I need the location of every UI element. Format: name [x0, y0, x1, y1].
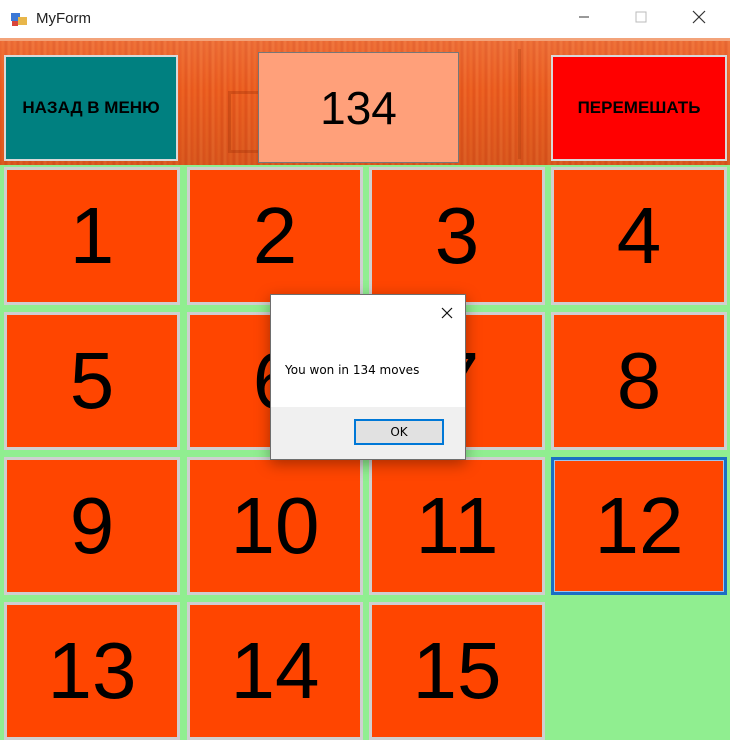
maximize-icon	[635, 10, 647, 28]
shuffle-button[interactable]: ПЕРЕМЕШАТЬ	[551, 55, 727, 161]
tile-2[interactable]: 2	[187, 167, 363, 305]
tile-4[interactable]: 4	[551, 167, 727, 305]
win-message-dialog: You won in 134 moves OK	[270, 294, 466, 460]
close-icon	[441, 307, 453, 319]
tile-9[interactable]: 9	[4, 457, 180, 595]
move-counter: 134	[258, 52, 459, 163]
dialog-close-button[interactable]	[439, 305, 455, 321]
ok-button[interactable]: OK	[354, 419, 444, 445]
dialog-message: You won in 134 moves	[285, 363, 420, 377]
minimize-button[interactable]	[561, 0, 607, 38]
tile-14[interactable]: 14	[187, 602, 363, 740]
close-icon	[692, 10, 706, 29]
title-bar: MyForm	[0, 0, 730, 38]
tile-10[interactable]: 10	[187, 457, 363, 595]
app-icon	[10, 10, 28, 28]
window-title: MyForm	[36, 10, 91, 27]
tile-8[interactable]: 8	[551, 312, 727, 450]
tile-13[interactable]: 13	[4, 602, 180, 740]
tile-5[interactable]: 5	[4, 312, 180, 450]
dialog-footer: OK	[271, 407, 465, 459]
header-texture	[518, 49, 541, 159]
tile-1[interactable]: 1	[4, 167, 180, 305]
tile-12[interactable]: 12	[551, 457, 727, 595]
maximize-button[interactable]	[618, 0, 664, 38]
tile-3[interactable]: 3	[369, 167, 545, 305]
empty-slot	[551, 602, 727, 740]
back-to-menu-button[interactable]: НАЗАД В МЕНЮ	[4, 55, 178, 161]
header-panel: НАЗАД В МЕНЮ 134 ПЕРЕМЕШАТЬ	[0, 38, 730, 165]
minimize-icon	[578, 10, 590, 28]
close-button[interactable]	[676, 0, 722, 38]
tile-15[interactable]: 15	[369, 602, 545, 740]
tile-11[interactable]: 11	[369, 457, 545, 595]
